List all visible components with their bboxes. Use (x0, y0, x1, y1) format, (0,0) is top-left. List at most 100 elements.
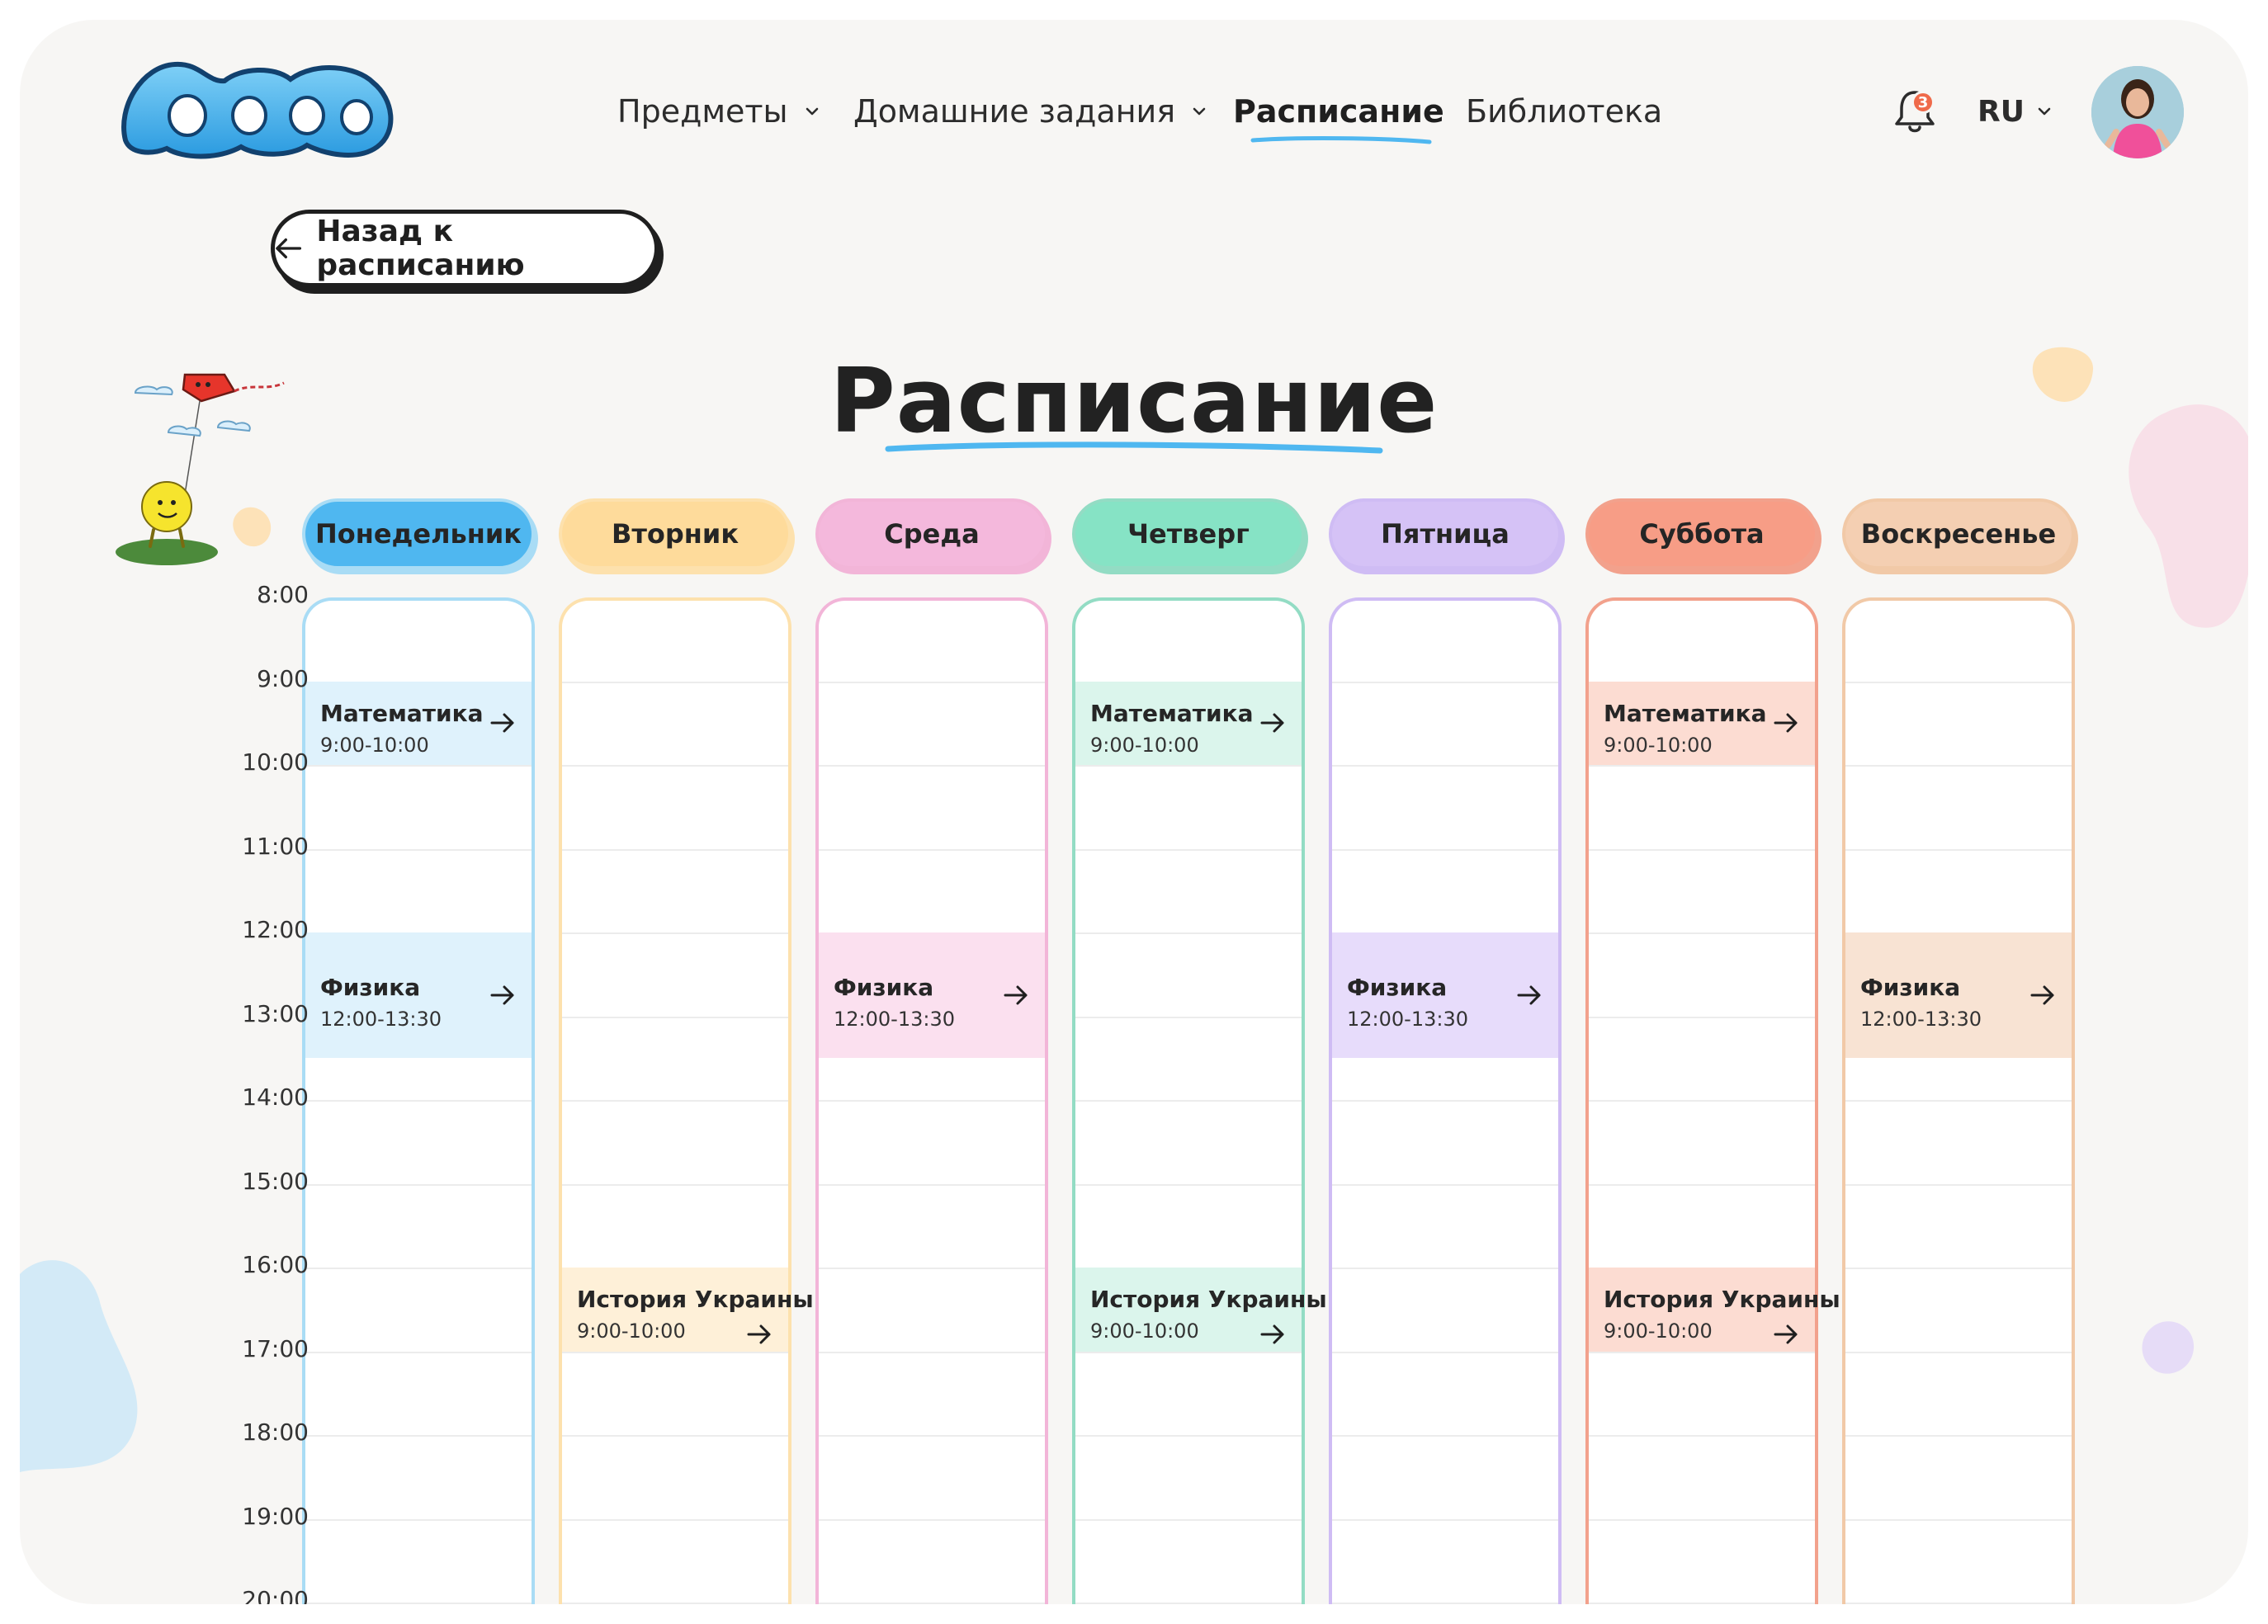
lesson-card[interactable]: Математика 9:00-10:00 (1589, 681, 1815, 765)
hour-gridline (1845, 1100, 2072, 1102)
hour-gridline (562, 1518, 788, 1521)
hour-gridline (1075, 1183, 1302, 1186)
nav-item-subjects[interactable]: Предметы (617, 89, 821, 134)
hour-gridline (1075, 1518, 1302, 1521)
lesson-subject: История Украины (1604, 1286, 1840, 1313)
day-header[interactable]: Пятница (1329, 498, 1562, 569)
logo[interactable] (109, 50, 403, 165)
language-selector[interactable]: RU (1977, 91, 2053, 132)
hour-gridline (562, 681, 788, 683)
nav-item-label: Предметы (617, 93, 788, 130)
hour-gridline (305, 848, 532, 851)
arrow-right-icon[interactable] (2030, 984, 2055, 1006)
notification-badge: 3 (1911, 91, 1935, 114)
chevron-down-icon (2038, 107, 2051, 116)
arrow-right-icon[interactable] (1260, 712, 1285, 734)
day-header-label: Вторник (611, 518, 739, 550)
lesson-time: 9:00-10:00 (577, 1320, 686, 1343)
day-header[interactable]: Среда (815, 498, 1048, 569)
time-label: 10:00 (242, 748, 309, 776)
nav-item-schedule[interactable]: Расписание (1233, 89, 1444, 134)
arrow-right-icon[interactable] (1004, 984, 1028, 1006)
arrow-right-icon[interactable] (490, 984, 515, 1006)
hour-gridline (305, 765, 532, 767)
lesson-time: 12:00-13:30 (320, 1008, 442, 1031)
hour-gridline (1332, 1351, 1558, 1353)
arrow-right-icon[interactable] (1517, 984, 1542, 1006)
time-label: 17:00 (242, 1334, 309, 1362)
hour-gridline (1075, 1100, 1302, 1102)
lesson-card[interactable]: История Украины 9:00-10:00 (1589, 1268, 1840, 1352)
time-label: 12:00 (242, 916, 309, 943)
hour-gridline (1332, 1100, 1558, 1102)
hour-gridline (562, 1016, 788, 1018)
lesson-card[interactable]: Математика 9:00-10:00 (305, 681, 532, 765)
arrow-right-icon[interactable] (1774, 712, 1798, 734)
nav-item-label: Домашние задания (853, 93, 1176, 130)
hour-gridline (1075, 848, 1302, 851)
hour-gridline (819, 1351, 1045, 1353)
arrow-right-icon[interactable] (747, 1324, 772, 1345)
hour-gridline (1589, 932, 1815, 934)
day-header[interactable]: Понедельник (302, 498, 535, 569)
hour-gridline (1845, 848, 2072, 851)
hour-gridline (562, 1183, 788, 1186)
day-column: Математика 9:00-10:00 История Украины 9:00-… (1585, 597, 1840, 1604)
hour-gridline (1845, 1183, 2072, 1186)
hour-gridline (305, 1268, 532, 1269)
lesson-subject: Математика (320, 699, 484, 727)
day-header-label: Среда (884, 518, 980, 550)
nav-item-label: Расписание (1233, 93, 1444, 130)
chevron-down-icon (1193, 107, 1206, 116)
lesson-card[interactable]: Физика 12:00-13:30 (1845, 932, 2072, 1059)
lesson-subject: Физика (1860, 974, 1961, 1001)
hour-gridline (1845, 681, 2072, 683)
hour-gridline (1589, 1351, 1815, 1353)
day-header[interactable]: Четверг (1072, 498, 1305, 569)
lesson-card[interactable]: Физика 12:00-13:30 (305, 932, 532, 1059)
day-column: История Украины 9:00-10:00 (559, 597, 814, 1604)
hour-gridline (562, 932, 788, 934)
hour-gridline (1332, 1268, 1558, 1269)
lesson-card[interactable]: История Украины 9:00-10:00 (562, 1268, 814, 1352)
lesson-card[interactable]: Физика 12:00-13:30 (819, 932, 1045, 1059)
lesson-card[interactable]: Математика 9:00-10:00 (1075, 681, 1302, 765)
day-header[interactable]: Воскресенье (1842, 498, 2075, 569)
active-nav-underline (1250, 136, 1432, 144)
lesson-card[interactable]: История Украины 9:00-10:00 (1075, 1268, 1327, 1352)
avatar[interactable] (2091, 66, 2184, 158)
hour-gridline (819, 681, 1045, 683)
arrow-right-icon[interactable] (1774, 1324, 1798, 1345)
hour-gridline (1589, 1183, 1815, 1186)
time-label: 20:00 (242, 1586, 309, 1604)
day-column: Физика 12:00-13:30 (1842, 597, 2075, 1604)
hour-gridline (305, 1100, 532, 1102)
day-header[interactable]: Суббота (1585, 498, 1818, 569)
hour-gridline (1845, 1268, 2072, 1269)
hour-gridline (819, 765, 1045, 767)
hour-gridline (1332, 848, 1558, 851)
back-to-schedule-button[interactable]: Назад к расписанию (271, 210, 659, 287)
arrow-right-icon[interactable] (1260, 1324, 1285, 1345)
nav-item-homework[interactable]: Домашние задания (853, 89, 1208, 134)
nav-item-library[interactable]: Библиотека (1466, 89, 1662, 134)
arrow-right-icon[interactable] (490, 712, 515, 734)
hour-gridline (305, 1603, 532, 1604)
lesson-card[interactable]: Физика 12:00-13:30 (1332, 932, 1558, 1059)
lesson-time: 12:00-13:30 (834, 1008, 955, 1031)
time-label: 15:00 (242, 1167, 309, 1195)
arrow-left-icon (276, 238, 302, 259)
lesson-subject: Физика (834, 974, 934, 1001)
time-label: 14:00 (242, 1083, 309, 1111)
time-label: 11:00 (242, 832, 309, 860)
time-label: 18:00 (242, 1419, 309, 1446)
hour-gridline (1845, 1435, 2072, 1437)
hour-gridline (562, 1100, 788, 1102)
day-column: Математика 9:00-10:00 Физика 12:00-13:30 (302, 597, 535, 1604)
hour-gridline (305, 1351, 532, 1353)
lesson-time: 9:00-10:00 (1090, 733, 1199, 757)
day-header[interactable]: Вторник (559, 498, 791, 569)
lesson-time: 9:00-10:00 (320, 733, 429, 757)
lesson-subject: История Украины (1090, 1286, 1327, 1313)
day-header-label: Пятница (1381, 518, 1510, 550)
